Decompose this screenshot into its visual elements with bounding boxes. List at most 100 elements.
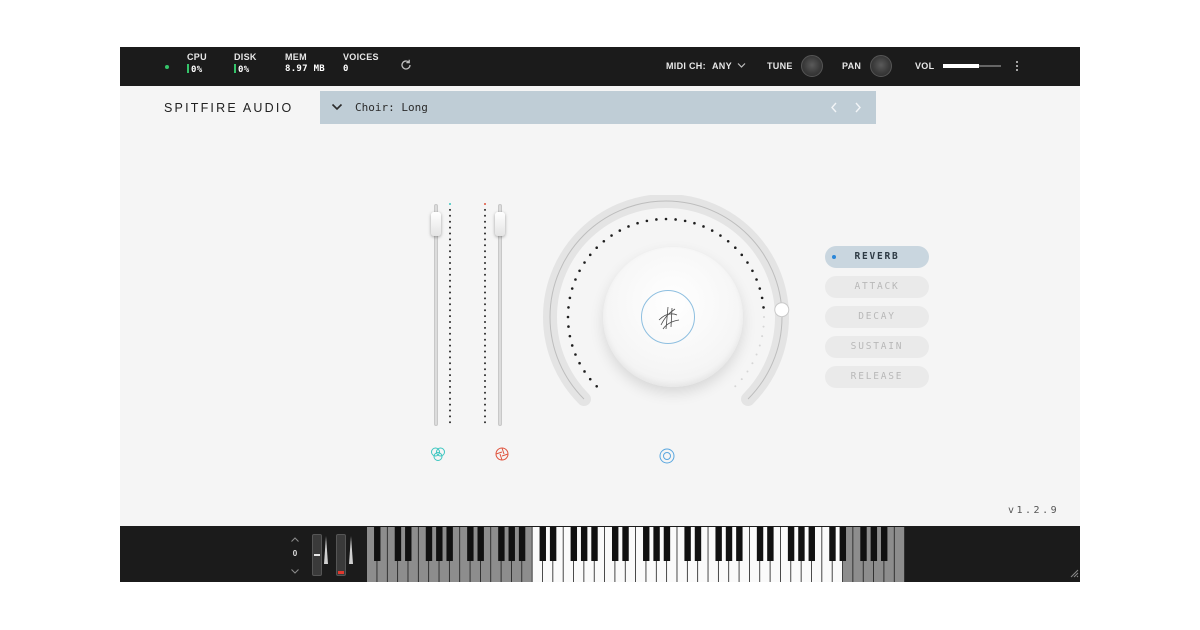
mem-value: 8.97 MB <box>285 64 326 74</box>
dial-scale-dot <box>734 385 737 388</box>
dial-scale-dot <box>583 370 586 373</box>
resize-grip-icon[interactable] <box>1067 566 1079 578</box>
expression-fader-handle[interactable] <box>431 211 441 236</box>
fader-scale-dot <box>449 267 451 270</box>
fader-scale-dot <box>484 273 486 276</box>
piano-black-key <box>518 527 526 561</box>
dial-scale-dot <box>751 269 754 273</box>
fader-scale-dot <box>449 214 451 217</box>
decay-button[interactable]: DECAY <box>825 306 929 328</box>
fader-scale-dot <box>449 226 451 229</box>
sustain-button[interactable]: SUSTAIN <box>825 336 929 358</box>
fader-scale-dot <box>449 409 451 412</box>
version-label: v1.2.9 <box>1008 505 1060 516</box>
previous-preset-icon[interactable] <box>827 100 841 115</box>
piano-keyboard[interactable] <box>367 527 905 582</box>
pitch-wheel[interactable] <box>312 534 322 576</box>
fader-scale-dot <box>449 391 451 394</box>
fader-scale-dot <box>449 303 451 306</box>
midi-channel-select[interactable]: ANY <box>712 61 732 71</box>
piano-black-key <box>663 527 671 561</box>
mem-stat: MEM 8.97 MB <box>285 52 325 74</box>
dial-scale-dot <box>746 370 749 373</box>
fader-scale-dot <box>449 332 451 335</box>
dial-scale-dot <box>746 261 749 264</box>
fader-scale-dot <box>449 273 451 276</box>
fader-scale-dot <box>484 262 486 264</box>
attack-button-label: ATTACK <box>854 281 900 292</box>
dial-scale-dot <box>664 217 668 221</box>
dial-scale-dot <box>719 234 722 237</box>
tune-label: TUNE <box>767 61 793 71</box>
piano-black-key <box>549 527 557 561</box>
mem-label: MEM <box>285 52 307 62</box>
octave-up-icon[interactable] <box>290 536 300 543</box>
output-target-icon <box>659 448 675 464</box>
fader-scale-dot <box>484 208 486 211</box>
octave-value: 0 <box>292 549 298 558</box>
dynamics-fader-handle[interactable] <box>495 211 505 236</box>
fader-scale-dot <box>484 356 486 359</box>
volume-slider[interactable] <box>943 64 1001 68</box>
fader-scale-dot <box>484 350 486 353</box>
dial-scale-dot <box>702 225 705 228</box>
fader-scale-dot <box>449 232 451 235</box>
fader-scale-dot <box>449 256 451 259</box>
dial-scale-dot <box>618 229 622 232</box>
dynamics-fader-track <box>498 204 502 426</box>
piano-black-key <box>798 527 805 561</box>
fader-scale-dot <box>484 238 486 241</box>
keyboard-bar: 0 <box>120 526 1080 582</box>
fader-scale-dot <box>449 415 451 418</box>
cpu-value: 0% <box>191 65 203 75</box>
chevron-down-icon[interactable] <box>737 62 746 69</box>
fader-scale-dot <box>484 338 486 341</box>
piano-black-key <box>860 527 867 561</box>
fader-scale-dot <box>449 338 451 341</box>
dial-scale-dot <box>755 278 758 281</box>
dial-scale-dot <box>758 287 762 290</box>
preset-selector[interactable]: Choir: Long <box>320 91 876 124</box>
reverb-button[interactable]: REVERB <box>825 246 929 268</box>
piano-black-key <box>684 527 691 561</box>
pan-knob[interactable] <box>870 55 892 77</box>
dial-scale-dot <box>762 306 765 309</box>
fader-scale-dot <box>449 297 451 300</box>
dial-scale-dot <box>758 344 761 347</box>
piano-black-key <box>653 527 660 561</box>
fader-scale-dot <box>484 391 486 394</box>
chevron-down-icon[interactable] <box>331 102 343 112</box>
piano-black-key <box>870 527 878 561</box>
piano-black-key <box>725 527 733 561</box>
more-options-icon[interactable] <box>1014 59 1020 73</box>
piano-black-key <box>498 527 505 561</box>
mod-range-icon <box>349 536 353 564</box>
piano-black-key <box>643 527 650 561</box>
piano-black-key <box>715 527 722 561</box>
piano-black-key <box>839 527 847 561</box>
dynamics-scale <box>484 203 486 424</box>
dial-scale-dot <box>734 246 737 249</box>
fader-scale-dot <box>484 380 486 382</box>
release-button[interactable]: RELEASE <box>825 366 929 388</box>
fader-scale-dot <box>449 291 451 294</box>
fader-scale-dot <box>484 374 486 377</box>
piano-black-key <box>756 527 764 561</box>
octave-down-icon[interactable] <box>290 568 300 575</box>
vol-label: VOL <box>915 61 935 71</box>
pan-label: PAN <box>842 61 862 71</box>
dial-scale-dot <box>645 219 649 223</box>
fader-scale-dot <box>484 244 486 247</box>
piano-black-key <box>787 527 795 561</box>
fader-scale-dot <box>449 326 451 329</box>
dial-scale-dot <box>588 253 592 257</box>
dial-scale-dot <box>636 221 639 225</box>
dial-scale-dot <box>763 316 765 318</box>
refresh-icon[interactable] <box>399 58 413 72</box>
mod-wheel[interactable] <box>336 534 346 576</box>
tune-knob[interactable] <box>801 55 823 77</box>
attack-button[interactable]: ATTACK <box>825 276 929 298</box>
next-preset-icon[interactable] <box>851 100 865 115</box>
dial-scale-dot <box>570 287 574 290</box>
disk-meter-icon <box>234 64 236 73</box>
